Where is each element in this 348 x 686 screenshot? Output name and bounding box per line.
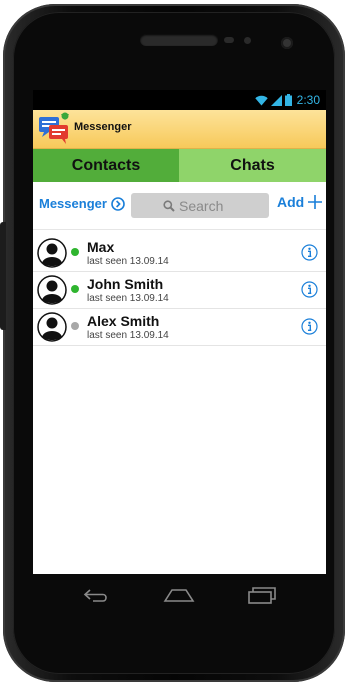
messenger-link[interactable]: Messenger <box>39 196 125 211</box>
contact-list: Max last seen 13.09.14 John Smith last s… <box>33 235 326 346</box>
avatar-icon <box>37 312 67 342</box>
search-input[interactable] <box>179 197 237 214</box>
contact-name: Alex Smith <box>87 313 160 329</box>
app-title: Messenger <box>74 121 132 133</box>
last-seen-text: last seen 13.09.14 <box>87 256 169 267</box>
info-icon[interactable] <box>301 281 318 298</box>
signal-icon <box>270 94 282 106</box>
status-time: 2:30 <box>296 93 320 107</box>
screen: 2:30 Messenger Contacts Chats Messenger <box>33 90 326 574</box>
info-icon[interactable] <box>301 318 318 335</box>
wifi-icon <box>254 95 268 105</box>
info-icon[interactable] <box>301 244 318 261</box>
contact-row[interactable]: Max last seen 13.09.14 <box>33 235 326 272</box>
offline-status-dot <box>71 322 79 330</box>
recents-icon[interactable] <box>245 582 277 608</box>
front-camera <box>281 37 293 49</box>
messenger-logo-icon <box>39 112 69 144</box>
messenger-link-label: Messenger <box>39 196 107 211</box>
search-box[interactable] <box>131 193 269 218</box>
plus-icon <box>308 195 323 209</box>
light-sensor <box>244 37 251 44</box>
app-header: Messenger <box>33 110 326 149</box>
online-status-dot <box>71 248 79 256</box>
home-icon[interactable] <box>163 582 195 608</box>
proximity-sensor <box>224 37 234 43</box>
add-label: Add <box>277 194 305 210</box>
back-icon[interactable] <box>81 582 113 608</box>
online-status-dot <box>71 285 79 293</box>
contact-name: John Smith <box>87 276 164 292</box>
avatar-icon <box>37 238 67 268</box>
contact-row[interactable]: Alex Smith last seen 13.09.14 <box>33 309 326 346</box>
status-bar: 2:30 <box>33 90 326 110</box>
speaker-grille <box>140 34 218 46</box>
android-nav-bar <box>33 574 326 618</box>
battery-icon <box>284 94 292 106</box>
tab-chats[interactable]: Chats <box>179 149 326 182</box>
last-seen-text: last seen 13.09.14 <box>87 330 169 341</box>
tab-contacts[interactable]: Contacts <box>33 149 179 182</box>
contacts-toolbar: Messenger Add <box>33 182 326 230</box>
contact-row[interactable]: John Smith last seen 13.09.14 <box>33 272 326 309</box>
avatar-icon <box>37 275 67 305</box>
tab-bar: Contacts Chats <box>33 149 326 182</box>
last-seen-text: last seen 13.09.14 <box>87 293 169 304</box>
add-contact-button[interactable]: Add <box>277 194 323 210</box>
search-icon <box>163 199 175 212</box>
volume-button[interactable] <box>0 222 6 330</box>
contact-name: Max <box>87 239 115 255</box>
chevron-right-circle-icon <box>111 196 125 211</box>
